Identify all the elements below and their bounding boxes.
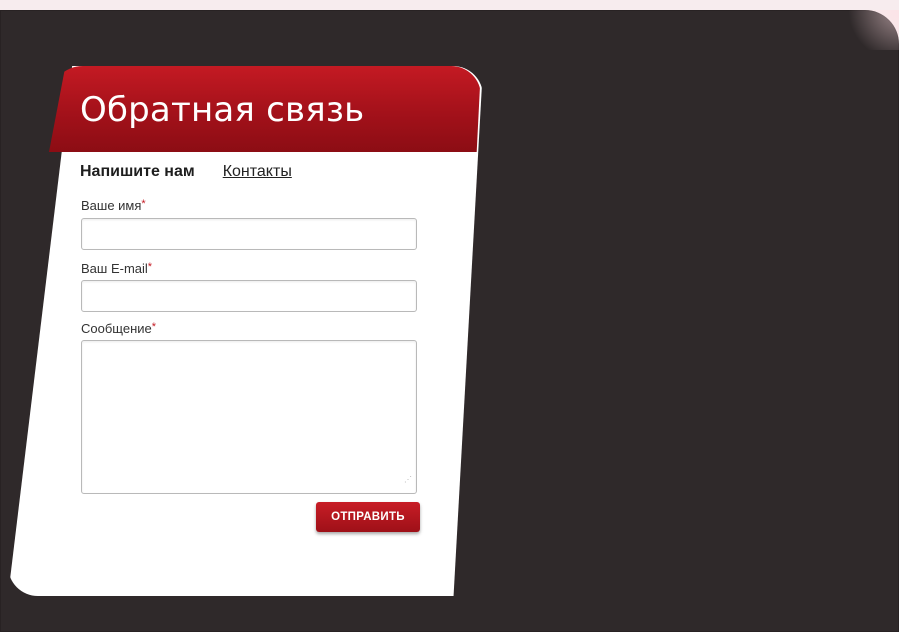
resize-grip-icon[interactable]: ⋰ [404,475,414,485]
message-label-text: Сообщение [81,321,152,336]
email-input[interactable] [81,280,417,312]
form-tabs: Напишите нам Контакты [80,163,292,181]
tab-contacts[interactable]: Контакты [223,163,292,181]
email-label: Ваш E-mail* [81,261,152,276]
required-mark: * [141,198,146,210]
tab-write-us[interactable]: Напишите нам [80,163,195,181]
form-title: Обратная связь [80,90,365,130]
required-mark: * [151,321,157,333]
email-label-text: Ваш E-mail [81,261,148,276]
corner-highlight [839,10,899,50]
message-label: Сообщение* [81,321,156,336]
required-mark: * [147,261,153,273]
name-input[interactable] [81,218,417,250]
name-label-text: Ваше имя [81,198,142,213]
message-textarea[interactable] [81,340,417,494]
name-label: Ваше имя* [81,198,146,213]
submit-button[interactable]: ОТПРАВИТЬ [316,502,420,532]
